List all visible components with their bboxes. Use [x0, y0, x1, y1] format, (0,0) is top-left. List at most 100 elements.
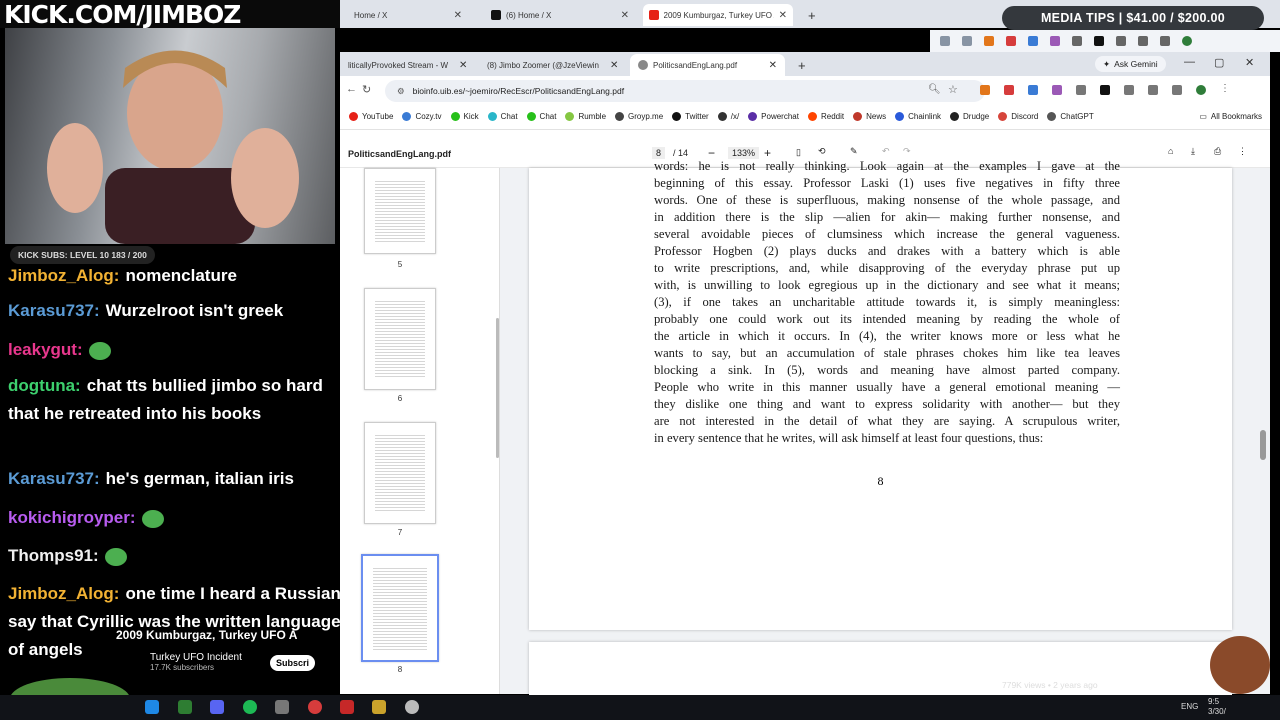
bookmark-item[interactable]: Reddit [807, 112, 844, 121]
bookmark-item[interactable]: Groyp.me [615, 112, 663, 121]
extension-icon[interactable] [1076, 85, 1086, 95]
bookmark-item[interactable]: Powerchat [748, 112, 799, 121]
pdf-scrollbar[interactable] [1258, 168, 1270, 694]
thumbnail-scrollbar[interactable] [496, 318, 499, 458]
app-icon[interactable] [372, 700, 386, 714]
cast-icon[interactable] [940, 36, 950, 46]
subscribe-button[interactable]: Subscri [270, 655, 316, 671]
chrome-icon[interactable] [308, 700, 322, 714]
youtube-title[interactable]: 2009 Kumburgaz, Turkey UFO A [116, 628, 297, 642]
annotate-icon[interactable]: ✎ [850, 146, 858, 157]
address-bar[interactable]: ⚙ bioinfo.uib.es/~joemiro/RecEscr/Politic… [385, 80, 985, 102]
bookmark-item[interactable]: Kick [450, 112, 479, 121]
bookmark-item[interactable]: Chat [526, 112, 556, 121]
bookmark-item[interactable]: Chainlink [895, 112, 941, 121]
star-icon[interactable] [962, 36, 972, 46]
rotate-icon[interactable]: ⟲ [818, 146, 826, 157]
close-icon[interactable]: ✕ [454, 10, 462, 21]
bookmark-item[interactable]: /x/ [717, 112, 739, 121]
sidebar-icon[interactable] [1148, 85, 1158, 95]
bookmark-item[interactable]: Drudge [950, 112, 989, 121]
avatar[interactable] [1196, 85, 1206, 95]
puzzle-icon[interactable] [1124, 85, 1134, 95]
close-icon[interactable]: ✕ [453, 60, 467, 71]
back-tab-1[interactable]: Home / X ✕ [348, 4, 468, 26]
close-icon[interactable]: ✕ [763, 60, 777, 71]
discord-icon[interactable] [210, 700, 224, 714]
new-tab-button[interactable]: + [802, 4, 822, 26]
bookmark-item[interactable]: Chat [487, 112, 518, 121]
chat-username[interactable]: Karasu737: [8, 469, 100, 488]
print-icon[interactable]: ⎙ [1214, 146, 1221, 157]
chat-username[interactable]: kokichigroyper: [8, 508, 136, 527]
download-icon[interactable]: ⤓ [1191, 146, 1195, 157]
metamask-icon[interactable] [984, 36, 994, 46]
menu-icon[interactable]: ⋮ [1220, 83, 1230, 95]
back-tab-2[interactable]: (6) Home / X ✕ [485, 4, 635, 26]
undo-icon[interactable]: ↶ [882, 146, 890, 157]
bookmark-item[interactable]: Twitter [672, 112, 709, 121]
bookmark-star-icon[interactable]: ☆ [948, 83, 958, 96]
bookmark-item[interactable]: YouTube [349, 112, 393, 121]
download-icon[interactable] [1172, 85, 1182, 95]
thumbnail-page-5[interactable] [364, 168, 436, 254]
app-icon[interactable] [405, 700, 419, 714]
extension-icon[interactable] [1052, 85, 1062, 95]
x-logo-icon[interactable] [1094, 36, 1104, 46]
extension-icon[interactable] [1004, 85, 1014, 95]
minimize-icon[interactable]: — [1184, 56, 1195, 68]
extension-icon[interactable] [1028, 36, 1038, 46]
download-icon[interactable] [1160, 36, 1170, 46]
avatar[interactable] [1182, 36, 1192, 46]
close-window-icon[interactable]: ✕ [1245, 56, 1254, 69]
tab-pdf[interactable]: PoliticsandEngLang.pdf ✕ [630, 54, 785, 76]
back-tab-3[interactable]: 2009 Kumburgaz, Turkey UFO A ✕ [643, 4, 793, 26]
bookmark-item[interactable]: ChatGPT [1047, 112, 1094, 121]
chat-username[interactable]: dogtuna: [8, 376, 81, 395]
language-indicator[interactable]: ENG [1181, 702, 1198, 711]
chat-username[interactable]: Karasu737: [8, 301, 100, 320]
site-info-icon[interactable]: ⚙ [397, 86, 405, 97]
bookmark-item[interactable]: Discord [998, 112, 1038, 121]
app-icon[interactable] [340, 700, 354, 714]
thumbnail-page-7[interactable] [364, 422, 436, 524]
extension-icon[interactable] [1006, 36, 1016, 46]
bookmark-item[interactable]: News [853, 112, 886, 121]
more-icon[interactable]: ⋮ [1238, 146, 1247, 157]
app-icon[interactable] [145, 700, 159, 714]
extension-icon[interactable] [1050, 36, 1060, 46]
sidebar-icon[interactable] [1138, 36, 1148, 46]
clock[interactable]: 9:5 3/30/ [1208, 697, 1226, 717]
bookmark-item[interactable]: Rumble [565, 112, 606, 121]
text-annotation-icon[interactable]: ⌂ [1168, 146, 1173, 156]
chat-username[interactable]: Jimboz_Alog: [8, 584, 119, 603]
chat-username[interactable]: Jimboz_Alog: [8, 266, 119, 285]
chat-username[interactable]: leakygut: [8, 340, 83, 359]
youtube-channel[interactable]: Turkey UFO Incident 17.7K subscribers [150, 652, 242, 672]
thumbnail-page-6[interactable] [364, 288, 436, 390]
fit-page-icon[interactable]: ▯ [796, 147, 801, 158]
chat-username[interactable]: Thomps91: [8, 546, 99, 565]
redo-icon[interactable]: ↷ [903, 146, 911, 157]
zoom-icon[interactable]: 🔍︎ [928, 84, 941, 95]
close-icon[interactable]: ✕ [621, 10, 629, 21]
extension-icon[interactable] [1028, 85, 1038, 95]
maximize-icon[interactable]: ▢ [1214, 56, 1224, 69]
metamask-icon[interactable] [980, 85, 990, 95]
bookmark-item[interactable]: Cozy.tv [402, 112, 442, 121]
extension-icon[interactable] [1072, 36, 1082, 46]
back-arrow-icon[interactable]: ← [346, 83, 357, 95]
close-icon[interactable]: ✕ [779, 10, 787, 21]
new-tab-button[interactable]: + [790, 54, 814, 76]
app-icon[interactable] [275, 700, 289, 714]
spotify-icon[interactable] [243, 700, 257, 714]
reload-icon[interactable]: ↻ [362, 83, 371, 96]
app-icon[interactable] [178, 700, 192, 714]
x-logo-icon[interactable] [1100, 85, 1110, 95]
puzzle-icon[interactable] [1116, 36, 1126, 46]
thumbnail-page-8-selected[interactable] [361, 554, 439, 662]
ask-gemini-button[interactable]: ✦ Ask Gemini [1095, 56, 1166, 72]
tab-jimbo-twitter[interactable]: (8) Jimbo Zoomer (@JzeViewin ✕ [474, 54, 624, 76]
all-bookmarks-button[interactable]: ▭ All Bookmarks [1199, 112, 1262, 121]
tab-stream[interactable]: liticallyProvoked Stream - W ✕ [340, 54, 470, 76]
